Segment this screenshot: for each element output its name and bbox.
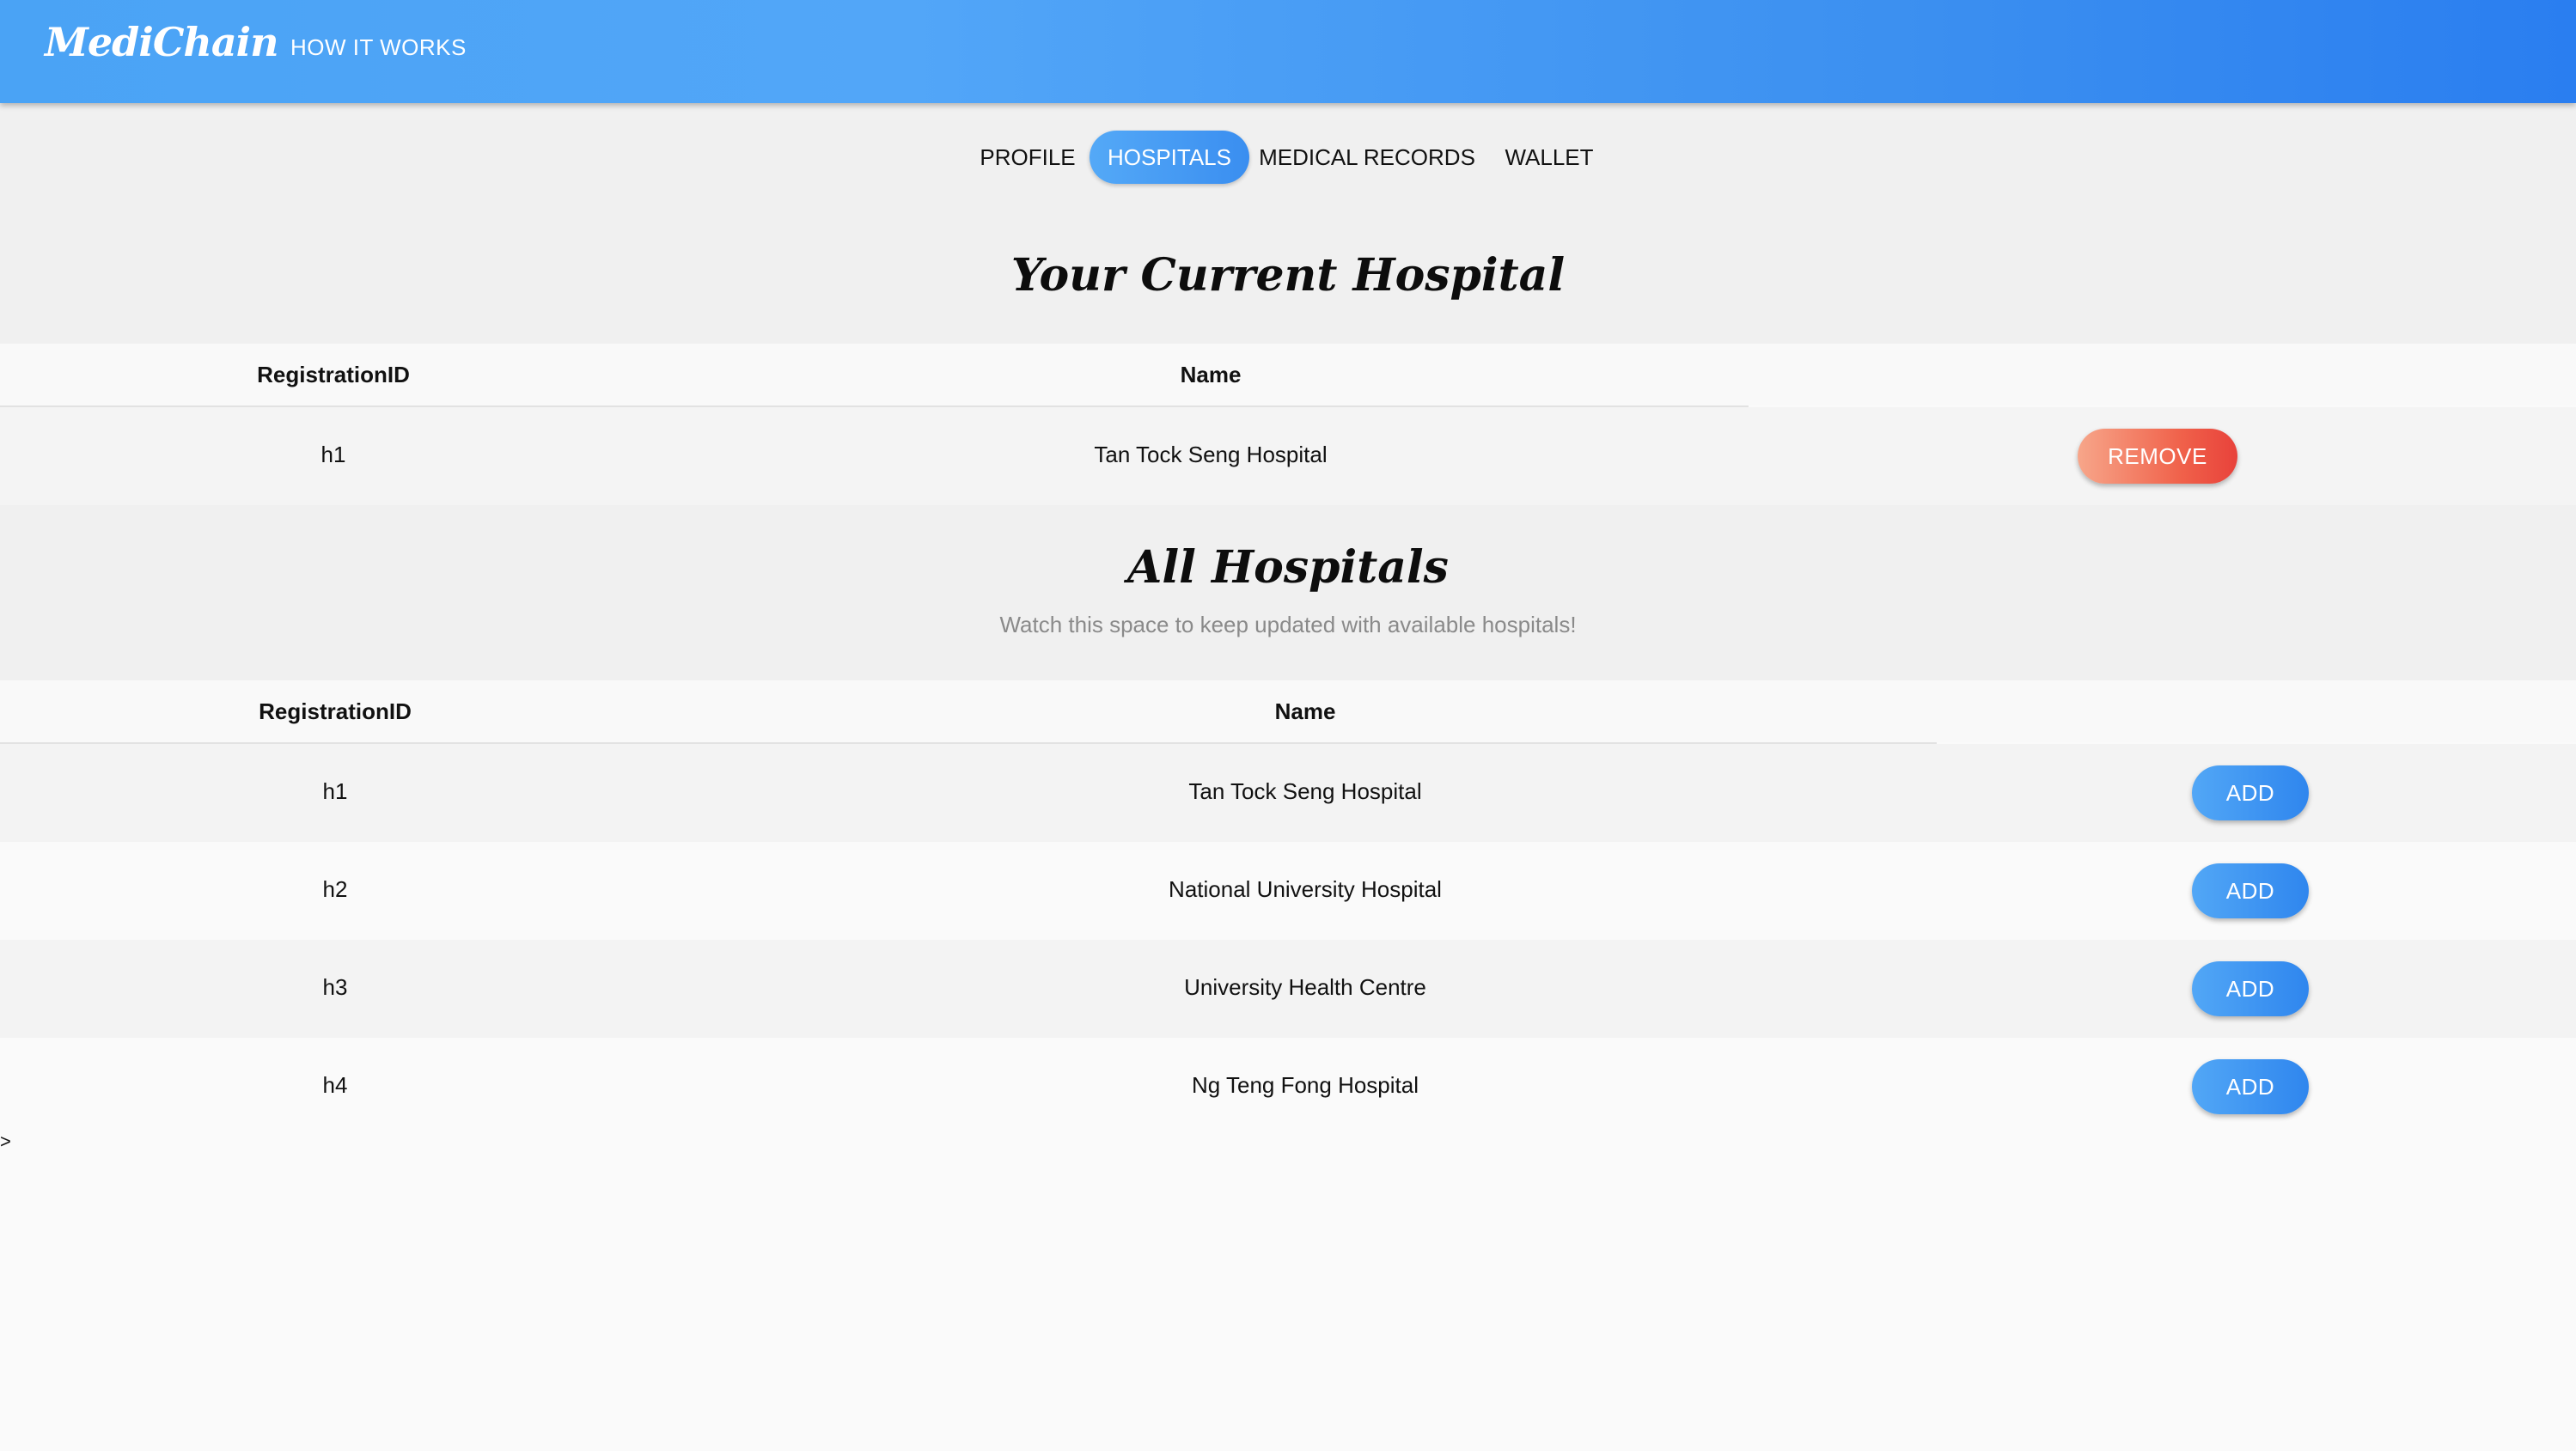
table-row: h1 Tan Tock Seng Hospital ADD <box>0 744 2576 842</box>
table-row: h3 University Health Centre ADD <box>0 940 2576 1038</box>
tab-profile[interactable]: PROFILE <box>966 131 1090 184</box>
hospital-name-cell: National University Hospital <box>1169 876 1442 902</box>
column-header-registrationid: RegistrationID <box>257 362 410 387</box>
column-header-name: Name <box>1180 362 1242 387</box>
registration-id-cell: h1 <box>320 442 346 467</box>
current-hospital-row: h1 Tan Tock Seng Hospital REMOVE <box>0 407 2576 505</box>
table-row: h2 National University Hospital ADD <box>0 842 2576 940</box>
stray-text: > <box>0 1131 11 1152</box>
registration-id-cell: h1 <box>322 778 348 804</box>
all-hospitals-subtitle: Watch this space to keep updated with av… <box>999 612 1577 637</box>
remove-hospital-button[interactable]: REMOVE <box>2078 429 2237 484</box>
hospital-name-cell: Tan Tock Seng Hospital <box>1094 442 1328 467</box>
current-hospital-table-header: RegistrationID Name <box>0 344 2576 405</box>
registration-id-cell: h4 <box>322 1072 348 1098</box>
current-hospital-title: Your Current Hospital <box>1010 249 1566 302</box>
registration-id-cell: h2 <box>322 876 348 902</box>
tab-medical-records[interactable]: MEDICAL RECORDS <box>1256 131 1478 184</box>
brand-logo[interactable]: MediChain <box>45 19 279 65</box>
column-header-registrationid: RegistrationID <box>259 698 412 724</box>
registration-id-cell: h3 <box>322 974 348 1000</box>
tab-wallet[interactable]: WALLET <box>1485 131 1614 184</box>
how-it-works-link[interactable]: HOW IT WORKS <box>290 34 467 61</box>
add-hospital-button[interactable]: ADD <box>2192 765 2309 820</box>
top-navbar: MediChain HOW IT WORKS <box>0 0 2576 103</box>
hospital-name-cell: Ng Teng Fong Hospital <box>1191 1072 1419 1098</box>
all-hospitals-table-header: RegistrationID Name <box>0 680 2576 742</box>
add-hospital-button[interactable]: ADD <box>2192 961 2309 1016</box>
add-hospital-button[interactable]: ADD <box>2192 1059 2309 1114</box>
add-hospital-button[interactable]: ADD <box>2192 863 2309 918</box>
tab-bar: PROFILE HOSPITALS MEDICAL RECORDS WALLET <box>0 131 2576 184</box>
hospital-name-cell: University Health Centre <box>1184 974 1426 1000</box>
column-header-name: Name <box>1274 698 1336 724</box>
tab-hospitals[interactable]: HOSPITALS <box>1090 131 1249 184</box>
table-row: h4 Ng Teng Fong Hospital ADD <box>0 1038 2576 1136</box>
hospital-name-cell: Tan Tock Seng Hospital <box>1188 778 1422 804</box>
all-hospitals-title: All Hospitals <box>1127 541 1449 594</box>
